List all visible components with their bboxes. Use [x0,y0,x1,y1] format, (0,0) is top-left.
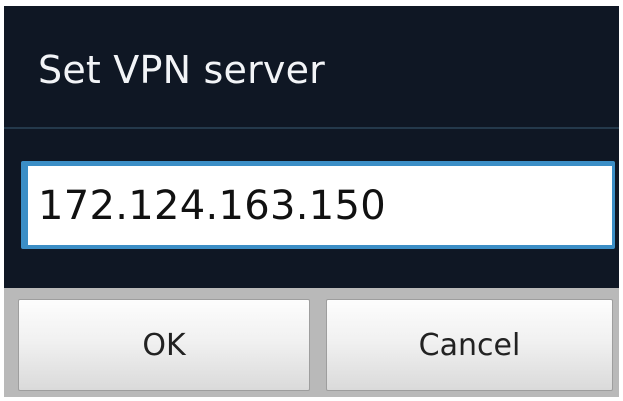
cancel-button[interactable]: Cancel [326,299,613,391]
ok-button[interactable]: OK [18,299,310,391]
button-bar: OK Cancel [4,288,619,397]
title-divider [4,127,619,129]
ok-button-label: OK [142,327,186,363]
dialog-title-bar: Set VPN server [4,6,619,128]
dialog-title: Set VPN server [38,48,325,92]
cancel-button-label: Cancel [418,327,521,363]
vpn-server-dialog: Set VPN server OK Cancel [4,6,619,397]
vpn-server-input[interactable] [28,166,612,245]
